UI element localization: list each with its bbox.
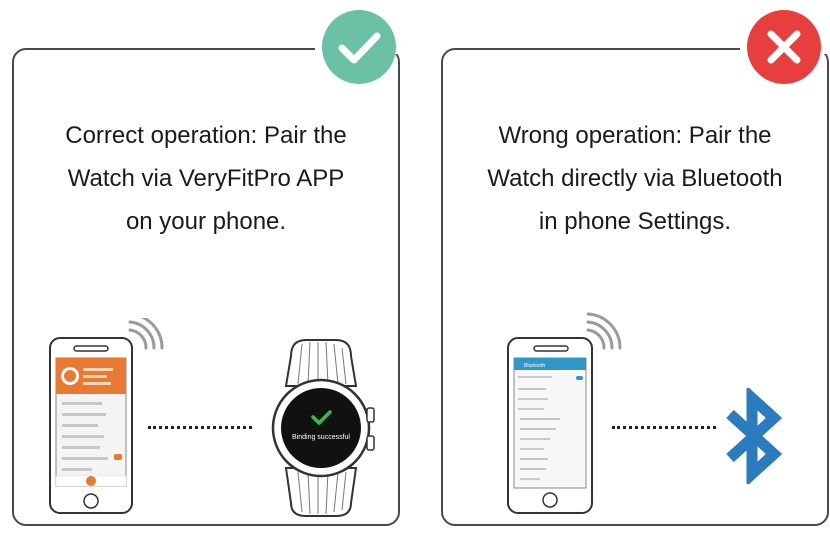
watch-status-text: Binding successful [292, 434, 350, 441]
wrong-text-line-2: Watch directly via Bluetooth [487, 165, 783, 192]
signal-waves-icon [128, 318, 164, 350]
wrong-text-line-1: Wrong operation: Pair the [498, 122, 772, 149]
correct-operation-text: Correct operation: Pair the Watch via Ve… [14, 114, 398, 243]
correct-text-line-3: on your phone. [125, 208, 287, 235]
smartwatch-illustration: Binding successful [271, 339, 375, 517]
bluetooth-icon [726, 388, 783, 484]
connection-dots [612, 426, 716, 429]
wrong-operation-text: Wrong operation: Pair the Watch directly… [443, 114, 827, 243]
check-icon [338, 32, 381, 64]
close-icon [767, 30, 801, 64]
correct-text-line-1: Correct operation: Pair the [65, 122, 347, 149]
correct-badge [322, 10, 396, 84]
connection-dots [148, 426, 252, 429]
wrong-text-line-3: in phone Settings. [538, 208, 732, 235]
correct-text-line-2: Watch via VeryFitPro APP [67, 165, 345, 192]
phone-screen-title: Bluetooth [524, 363, 545, 369]
signal-waves-icon [586, 312, 622, 350]
phone-settings-illustration: Bluetooth [507, 312, 622, 514]
phone-app-illustration [49, 318, 164, 514]
wrong-badge [747, 10, 821, 84]
